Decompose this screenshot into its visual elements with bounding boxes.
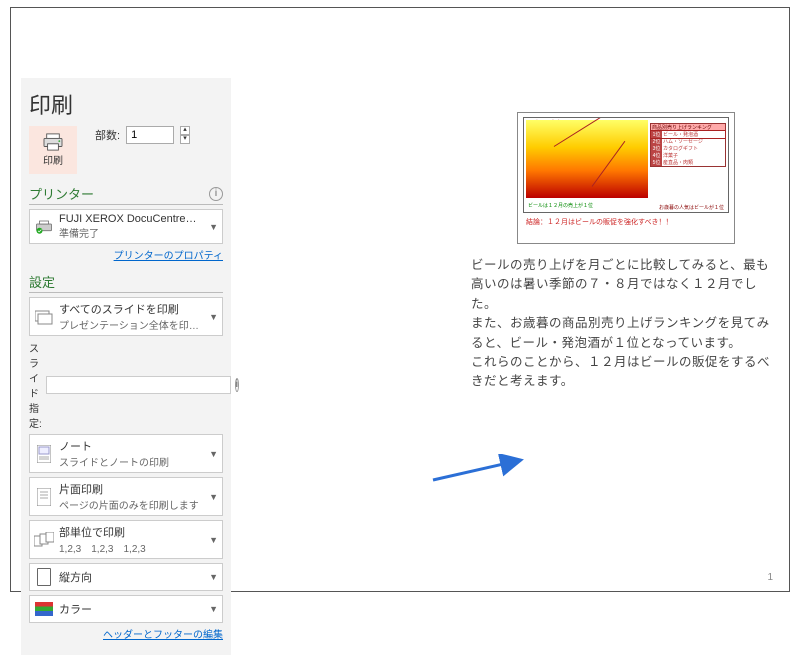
notes-text: ビールの売り上げを月ごとに比較してみると、最も高いのは暑い季節の７・８月ではなく… (471, 256, 781, 392)
page-title: 印刷 (29, 88, 223, 120)
info-icon[interactable]: i (235, 378, 239, 392)
chart-image: ビール売上 商品別売り上げランキング 1位ビール・発泡酒 2位ハム・ソーセージ … (523, 117, 729, 213)
printer-section-header: プリンター (29, 184, 94, 203)
layout-select[interactable]: ノートスライドとノートの印刷 ▼ (29, 434, 223, 473)
slide-spec-input[interactable] (46, 376, 231, 394)
print-preview: ビール売上 商品別売り上げランキング 1位ビール・発泡酒 2位ハム・ソーセージ … (471, 112, 781, 592)
color-icon (34, 599, 54, 619)
one-side-icon (34, 487, 54, 507)
conclusion-text: 結論：１２月はビールの販促を強化すべき！！ (522, 217, 730, 227)
slide-spec-label: スライド指定: (29, 340, 42, 430)
sides-select[interactable]: 片面印刷ページの片面のみを印刷します ▼ (29, 477, 223, 516)
chevron-down-icon: ▼ (209, 572, 218, 582)
chevron-down-icon: ▼ (209, 222, 218, 232)
printer-properties-link[interactable]: プリンターのプロパティ (29, 247, 223, 262)
copies-input[interactable] (126, 126, 174, 144)
collate-select[interactable]: 部単位で印刷1,2,3 1,2,3 1,2,3 ▼ (29, 520, 223, 559)
settings-section-header: 設定 (29, 272, 55, 291)
color-select[interactable]: カラー ▼ (29, 595, 223, 623)
header-footer-link[interactable]: ヘッダーとフッターの編集 (29, 626, 223, 641)
printer-icon (42, 133, 64, 151)
chevron-down-icon: ▼ (209, 604, 218, 614)
printer-select[interactable]: FUJI XEROX DocuCentre… 準備完了 ▼ (29, 209, 223, 244)
info-icon[interactable]: i (209, 187, 223, 201)
portrait-icon (34, 567, 54, 587)
notes-icon (34, 444, 54, 464)
print-button[interactable]: 印刷 (29, 126, 77, 174)
slides-icon (34, 307, 54, 327)
ranking-table: 商品別売り上げランキング 1位ビール・発泡酒 2位ハム・ソーセージ 3位カタログ… (650, 123, 726, 167)
collate-icon (34, 530, 54, 550)
page-number: 1 (767, 572, 773, 583)
copies-label: 部数: (95, 127, 120, 143)
chevron-down-icon: ▼ (209, 312, 218, 322)
chevron-down-icon: ▼ (209, 449, 218, 459)
orientation-select[interactable]: 縦方向 ▼ (29, 563, 223, 591)
slide-thumbnail: ビール売上 商品別売り上げランキング 1位ビール・発泡酒 2位ハム・ソーセージ … (517, 112, 735, 244)
chevron-down-icon: ▼ (209, 535, 218, 545)
print-range-select[interactable]: すべてのスライドを印刷プレゼンテーション全体を印刷し… ▼ (29, 297, 223, 336)
printer-status-icon (34, 217, 54, 237)
copies-up[interactable]: ▴ (180, 126, 190, 135)
annotation-arrow (429, 454, 529, 484)
copies-down[interactable]: ▾ (180, 135, 190, 144)
chevron-down-icon: ▼ (209, 492, 218, 502)
